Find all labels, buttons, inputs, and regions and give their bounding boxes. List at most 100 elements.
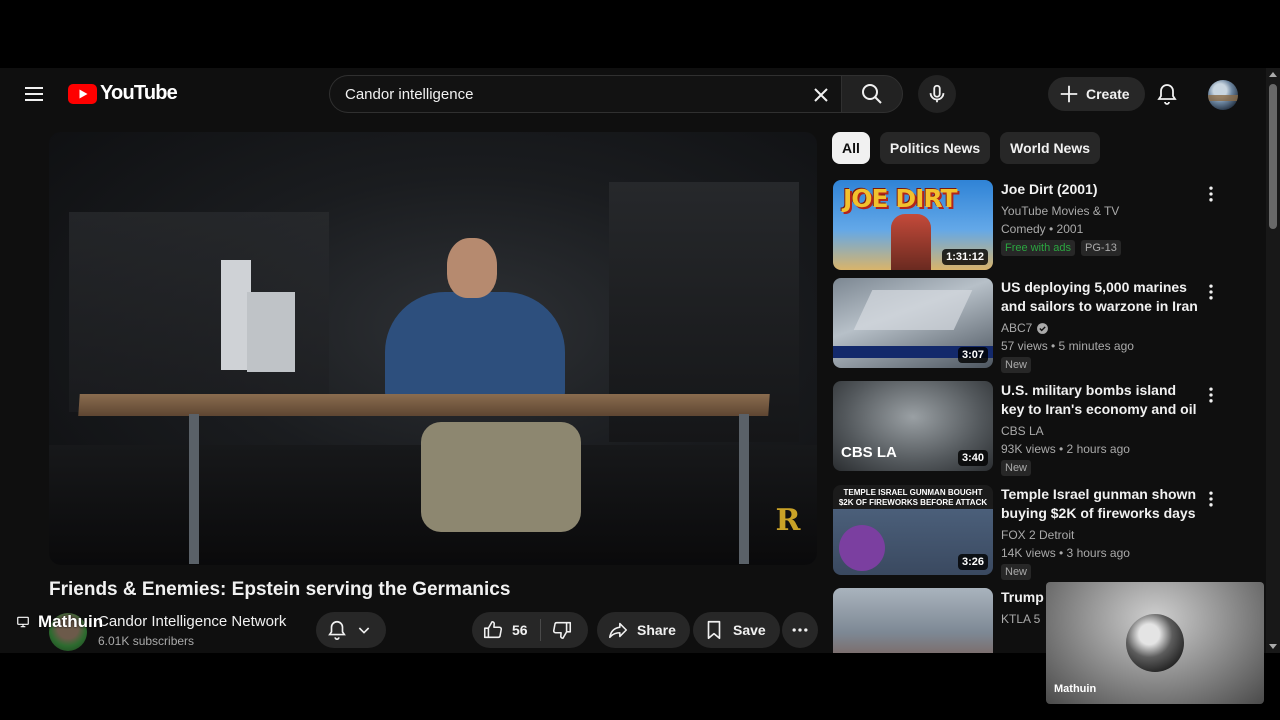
- more-horizontal-icon: [792, 628, 808, 632]
- scene-person-head: [447, 238, 497, 298]
- filter-chips: All Politics News World News: [832, 132, 1101, 164]
- scroll-up-arrow-icon[interactable]: [1269, 72, 1277, 77]
- recommendation-item[interactable]: 3:07 US deploying 5,000 marines and sail…: [833, 278, 1233, 373]
- recommendation-meta: 93K views • 2 hours ago: [1001, 442, 1130, 456]
- recommendation-meta: Comedy • 2001: [1001, 222, 1084, 236]
- more-vertical-icon[interactable]: [1201, 282, 1221, 302]
- recommendation-item[interactable]: TEMPLE ISRAEL GUNMAN BOUGHT $2K OF FIREW…: [833, 485, 1233, 580]
- account-avatar[interactable]: [1208, 80, 1238, 110]
- badge-row: New: [1001, 357, 1201, 373]
- more-actions-button[interactable]: [782, 612, 818, 648]
- recommendation-title[interactable]: Temple Israel gunman shown buying $2K of…: [1001, 485, 1201, 523]
- save-label: Save: [733, 622, 766, 638]
- chip-politics-news[interactable]: Politics News: [879, 132, 991, 164]
- rating-badge: PG-13: [1081, 240, 1121, 256]
- more-vertical-icon[interactable]: [1201, 184, 1221, 204]
- video-duration: 3:26: [957, 554, 988, 570]
- thumbs-up-icon: [483, 620, 503, 639]
- webcam-name: Mathuin: [1054, 683, 1097, 695]
- more-vertical-icon[interactable]: [1201, 385, 1221, 405]
- free-with-ads-badge: Free with ads: [1001, 240, 1076, 256]
- recommendation-channel[interactable]: FOX 2 Detroit: [1001, 526, 1201, 544]
- video-thumbnail[interactable]: [833, 588, 993, 653]
- thumbnail-aircraft: [853, 290, 973, 330]
- thumbnail-figure: [891, 214, 931, 270]
- plus-icon: [1060, 85, 1078, 103]
- search-button[interactable]: [841, 75, 903, 113]
- chip-all[interactable]: All: [832, 132, 870, 164]
- webcam-avatar-globe: [1126, 614, 1184, 672]
- hamburger-menu-icon[interactable]: [22, 82, 46, 106]
- youtube-play-icon: [68, 83, 97, 104]
- like-count: 56: [512, 622, 528, 638]
- recommendation-info: US deploying 5,000 marines and sailors t…: [1001, 278, 1201, 373]
- create-label: Create: [1086, 86, 1130, 102]
- channel-name[interactable]: Candor Intelligence Network: [98, 613, 286, 630]
- badge-row: New: [1001, 564, 1201, 580]
- scene-person-legs: [421, 422, 581, 532]
- scene-desk-leg: [739, 414, 749, 564]
- badge-row: New: [1001, 460, 1201, 476]
- recommendation-info: U.S. military bombs island key to Iran's…: [1001, 381, 1201, 476]
- create-button[interactable]: Create: [1048, 77, 1145, 111]
- recommendation-channel[interactable]: YouTube Movies & TV: [1001, 202, 1201, 220]
- scene-desk-leg: [189, 414, 199, 564]
- logo-wordmark: YouTube: [100, 82, 178, 104]
- thumbnail-headline: TEMPLE ISRAEL GUNMAN BOUGHT $2K OF FIREW…: [838, 488, 988, 507]
- save-button[interactable]: Save: [693, 612, 780, 648]
- search-input[interactable]: [345, 85, 795, 103]
- webcam-overlay: Mathuin: [1046, 582, 1264, 704]
- notifications-bell-icon[interactable]: [1155, 82, 1179, 106]
- recommendation-meta: 57 views • 5 minutes ago: [1001, 339, 1134, 353]
- dislike-button[interactable]: [541, 619, 573, 641]
- thumbs-down-icon: [552, 621, 571, 640]
- like-dislike-group: 56: [472, 612, 588, 648]
- share-label: Share: [637, 622, 676, 638]
- video-thumbnail[interactable]: 3:07: [833, 278, 993, 368]
- recommendation-title[interactable]: US deploying 5,000 marines and sailors t…: [1001, 278, 1201, 316]
- recommendation-title[interactable]: U.S. military bombs island key to Iran's…: [1001, 381, 1201, 419]
- recommendation-info: Temple Israel gunman shown buying $2K of…: [1001, 485, 1201, 580]
- search-box: [329, 75, 841, 113]
- chip-world-news[interactable]: World News: [1000, 132, 1101, 164]
- recommendation-title[interactable]: Joe Dirt (2001): [1001, 180, 1201, 199]
- recommendation-info: Joe Dirt (2001) YouTube Movies & TV Come…: [1001, 180, 1201, 256]
- streamer-name-overlay: Mathuin: [16, 612, 103, 632]
- search-icon: [862, 84, 882, 104]
- scene-person-body: [385, 292, 565, 402]
- chevron-down-icon: [358, 627, 370, 634]
- more-vertical-icon[interactable]: [1201, 489, 1221, 509]
- subscriber-count: 6.01K subscribers: [98, 634, 195, 648]
- bookmark-icon: [707, 620, 721, 640]
- video-thumbnail[interactable]: JOE DIRT 1:31:12: [833, 180, 993, 270]
- monitor-icon: [17, 616, 29, 628]
- scene-computer: [247, 292, 295, 372]
- thumbnail-inset: [839, 525, 885, 571]
- clear-search-icon[interactable]: [809, 83, 833, 107]
- like-button[interactable]: 56: [472, 612, 528, 648]
- channel-watermark: R: [775, 503, 801, 538]
- voice-search-button[interactable]: [918, 75, 956, 113]
- search-bar: [329, 75, 903, 113]
- recommendation-item[interactable]: CBS LA 3:40 U.S. military bombs island k…: [833, 381, 1233, 476]
- video-thumbnail[interactable]: CBS LA 3:40: [833, 381, 993, 471]
- verified-check-icon: [1037, 322, 1049, 334]
- video-player[interactable]: R: [49, 132, 817, 565]
- bell-icon: [328, 620, 346, 640]
- new-badge: New: [1001, 460, 1032, 476]
- share-button[interactable]: Share: [597, 612, 690, 648]
- recommendation-channel-row: ABC7: [1001, 319, 1201, 337]
- recommendation-meta: 14K views • 3 hours ago: [1001, 546, 1130, 560]
- video-thumbnail[interactable]: TEMPLE ISRAEL GUNMAN BOUGHT $2K OF FIREW…: [833, 485, 993, 575]
- recommendation-item[interactable]: JOE DIRT 1:31:12 Joe Dirt (2001) YouTube…: [833, 180, 1233, 272]
- youtube-logo[interactable]: YouTube: [68, 82, 178, 105]
- share-icon: [608, 622, 628, 639]
- subscription-notifications-button[interactable]: [316, 612, 386, 648]
- scene-desk: [78, 394, 770, 416]
- recommendation-channel[interactable]: CBS LA: [1001, 422, 1201, 440]
- badge-row: Free with ads PG-13: [1001, 240, 1201, 256]
- scrollbar-thumb[interactable]: [1269, 84, 1277, 229]
- recommendation-channel[interactable]: ABC7: [1001, 319, 1032, 337]
- page-scrollbar[interactable]: [1266, 68, 1280, 653]
- scroll-down-arrow-icon[interactable]: [1269, 644, 1277, 649]
